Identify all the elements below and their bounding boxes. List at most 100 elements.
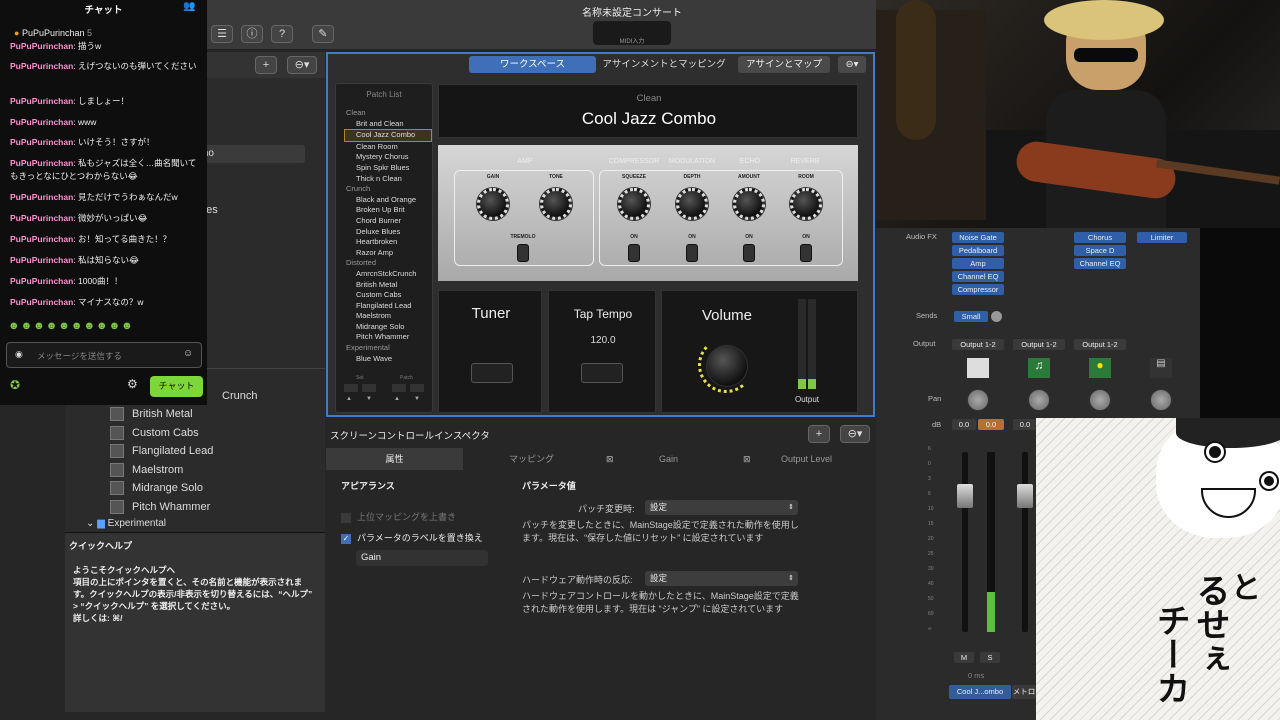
audio-fx-slot[interactable]: Pedalboard (952, 245, 1004, 256)
hardware-reaction-select[interactable]: 設定 ⇕ (645, 571, 798, 586)
tab-workspace[interactable]: ワークスペース (469, 56, 596, 73)
patch-list-item[interactable]: Custom Cabs (336, 290, 432, 301)
browser-menu-button[interactable]: ⊖▾ (287, 56, 317, 74)
audio-fx-slot[interactable]: Chorus (1074, 232, 1126, 243)
help-button[interactable]: ? (271, 25, 293, 43)
gain-knob[interactable] (477, 188, 509, 220)
audio-fx-slot[interactable]: Space D (1074, 245, 1126, 256)
emote-bar[interactable]: ☻☻☻☻☻☻☻☻☻☻ (8, 320, 198, 336)
fader-handle-1[interactable] (957, 484, 973, 508)
tools-icon[interactable]: ✎ (312, 25, 334, 43)
output-slot-1[interactable]: Output 1-2 (952, 339, 1004, 350)
patch-list-item[interactable]: Clean Room (336, 142, 432, 153)
patch-list-item[interactable]: Black and Orange (336, 195, 432, 206)
set-down-button[interactable] (362, 384, 376, 392)
tone-knob[interactable] (540, 188, 572, 220)
browser-patch-item[interactable]: Custom Cabs (110, 426, 199, 440)
patch-change-select[interactable]: 設定 ⇕ (645, 500, 798, 515)
music-note-icon[interactable]: ♫ (1028, 358, 1050, 378)
tab-attributes[interactable]: 属性 (326, 448, 463, 470)
chat-username[interactable]: PuPuPurinchan (10, 117, 73, 127)
chat-username[interactable]: PuPuPurinchan (10, 96, 73, 106)
pan-knob-2[interactable] (1028, 389, 1050, 411)
reverb-on-switch[interactable] (800, 244, 812, 262)
tab-gain[interactable]: ⊠ Gain (600, 448, 737, 470)
users-icon[interactable]: 👥 (183, 1, 195, 12)
browser-patch-item[interactable]: British Metal (110, 407, 193, 421)
workspace-menu-button[interactable]: ⊖▾ (838, 56, 866, 73)
send-slot[interactable]: Small (954, 311, 988, 322)
audio-fx-slot[interactable]: Amp (952, 258, 1004, 269)
tap-tempo-button[interactable] (581, 363, 623, 383)
inspector-menu-button[interactable]: ⊖▾ (840, 425, 870, 443)
patch-list-item[interactable]: Thick n Clean (336, 174, 432, 185)
gear-icon[interactable]: ⚙ (127, 377, 138, 391)
browser-patch-item[interactable]: Midrange Solo (110, 481, 203, 495)
patch-list-item[interactable]: AmrcnStckCrunch (336, 269, 432, 280)
tuner-button[interactable] (471, 363, 513, 383)
patch-list-item[interactable]: Heartbroken (336, 237, 432, 248)
pan-knob-3[interactable] (1089, 389, 1111, 411)
patch-list-item[interactable]: Broken Up Brit (336, 205, 432, 216)
audio-fx-slot[interactable]: Noise Gate (952, 232, 1004, 243)
chat-username[interactable]: PuPuPurinchan (10, 297, 73, 307)
patch-list-item[interactable]: Brit and Clean (336, 119, 432, 130)
audio-fx-slot[interactable]: Limiter (1137, 232, 1187, 243)
tremolo-switch[interactable] (517, 244, 529, 262)
chat-username[interactable]: PuPuPurinchan (10, 41, 73, 51)
patch-list-item[interactable]: Spin Spkr Blues (336, 163, 432, 174)
emoji-icon[interactable]: ☺ (183, 348, 193, 359)
bits-icon[interactable]: ✪ (10, 378, 20, 392)
depth-knob[interactable] (676, 188, 708, 220)
browser-folder-experimental[interactable]: ⌄ ▆ Experimental (86, 518, 166, 529)
browser-patch-item[interactable]: Pitch Whammer (110, 500, 210, 514)
shield-icon[interactable]: ◉ (15, 349, 23, 360)
chat-username[interactable]: PuPuPurinchan (10, 276, 73, 286)
list-view-button[interactable]: ☰ (211, 25, 233, 43)
tab-assignments-mapping[interactable]: アサインメントとマッピング (598, 56, 730, 73)
echo-on-switch[interactable] (743, 244, 755, 262)
channel-icon-1[interactable] (967, 358, 989, 378)
mute-button[interactable]: M (954, 652, 974, 663)
tab-output-level[interactable]: ⊠ Output Level (737, 448, 876, 470)
chat-username[interactable]: PuPuPurinchan (10, 158, 73, 168)
audio-fx-slot[interactable]: Channel EQ (952, 271, 1004, 282)
keyboard-icon[interactable]: ▤ (1150, 358, 1172, 378)
patch-list-item-selected[interactable]: Cool Jazz Combo (344, 129, 432, 142)
patch-list-item[interactable]: Razor Amp (336, 248, 432, 259)
set-up-button[interactable] (344, 384, 358, 392)
tab-assign-map[interactable]: アサインとマップ (738, 56, 830, 73)
chat-username[interactable]: PuPuPurinchan (10, 192, 73, 202)
compressor-on-switch[interactable] (628, 244, 640, 262)
channel-name-2[interactable]: メトロ (1012, 685, 1036, 699)
tab-mapping[interactable]: マッピング (463, 448, 600, 470)
metronome-icon[interactable]: ● (1089, 358, 1111, 378)
amount-knob[interactable] (733, 188, 765, 220)
solo-button[interactable]: S (980, 652, 1000, 663)
chat-send-button[interactable]: チャット (150, 376, 203, 397)
fader-handle-2[interactable] (1017, 484, 1033, 508)
modulation-on-switch[interactable] (686, 244, 698, 262)
patch-up-button[interactable] (392, 384, 406, 392)
room-knob[interactable] (790, 188, 822, 220)
browser-patch-item[interactable]: Maelstrom (110, 463, 183, 477)
chat-username[interactable]: PuPuPurinchan (10, 213, 73, 223)
output-slot-2[interactable]: Output 1-2 (1013, 339, 1065, 350)
chat-username[interactable]: PuPuPurinchan (10, 234, 73, 244)
volume-knob[interactable] (707, 346, 747, 386)
patch-down-button[interactable] (410, 384, 424, 392)
inspector-add-button[interactable]: + (808, 425, 830, 443)
patch-list-item[interactable]: Mystery Chorus (336, 152, 432, 163)
patch-list-item[interactable]: Blue Wave (336, 354, 432, 365)
add-patch-button[interactable]: + (255, 56, 277, 74)
patch-list-item[interactable]: Pitch Whammer (336, 332, 432, 343)
label-text-field[interactable]: Gain (356, 550, 488, 566)
chat-username[interactable]: PuPuPurinchan (10, 137, 73, 147)
browser-patch-item[interactable]: Flangilated Lead (110, 444, 213, 458)
replace-label-checkbox[interactable]: ✓ パラメータのラベルを置き換え (341, 531, 483, 544)
chat-username[interactable]: PuPuPurinchan (10, 255, 73, 265)
patch-list-item[interactable]: Maelstrom (336, 311, 432, 322)
channel-name-1[interactable]: Cool J...ombo (949, 685, 1011, 699)
audio-fx-slot[interactable]: Channel EQ (1074, 258, 1126, 269)
patch-list-item[interactable]: British Metal (336, 280, 432, 291)
